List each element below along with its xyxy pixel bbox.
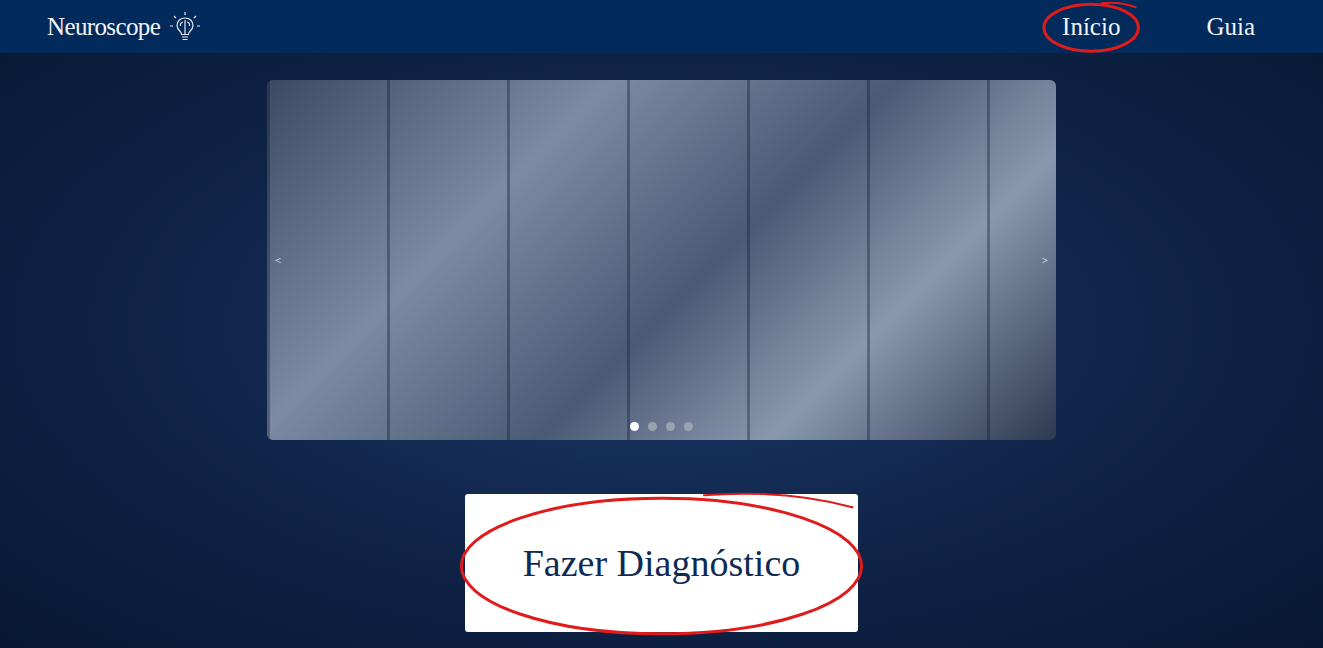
brain-bulb-icon <box>168 10 202 44</box>
brand-name: Neuroscope <box>47 8 160 46</box>
page: NeuroscopeInícioGuia<>Fazer Diagnóstico <box>0 0 1323 648</box>
carousel-next[interactable]: > <box>1042 252 1048 269</box>
nav-link[interactable]: Guia <box>1198 8 1263 46</box>
carousel-dot[interactable] <box>630 422 639 431</box>
nav-links: Início Guia <box>1054 8 1263 46</box>
navbar: Neuroscope Início Guia <box>0 0 1323 53</box>
diagnose-button[interactable]: Fazer Diagnóstico <box>465 494 858 632</box>
carousel-image <box>267 80 1056 440</box>
nav-link[interactable]: Início <box>1054 8 1128 46</box>
carousel-indicators <box>267 422 1056 431</box>
highlight-circle <box>453 486 870 640</box>
carousel: <> <box>267 80 1056 440</box>
brand[interactable]: Neuroscope <box>47 8 202 46</box>
highlight-circle <box>1042 0 1140 53</box>
carousel-dot[interactable] <box>648 422 657 431</box>
content: <>Fazer Diagnóstico <box>0 53 1323 648</box>
carousel-prev[interactable]: < <box>275 252 281 269</box>
carousel-dot[interactable] <box>684 422 693 431</box>
carousel-dot[interactable] <box>666 422 675 431</box>
